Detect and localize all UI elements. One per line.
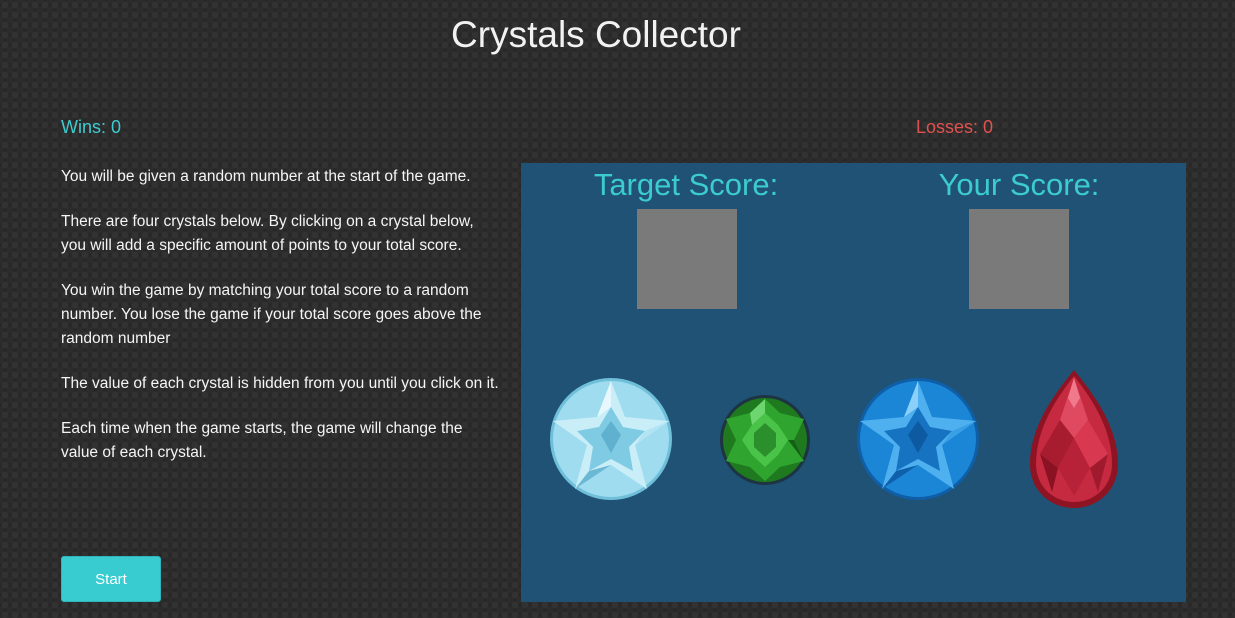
game-panel: Target Score: Your Score: bbox=[521, 163, 1186, 602]
losses-counter: Losses: 0 bbox=[916, 117, 994, 137]
instruction-paragraph: The value of each crystal is hidden from… bbox=[61, 375, 499, 392]
instruction-paragraph: There are four crystals below. By clicki… bbox=[61, 213, 474, 254]
target-score-label: Target Score: bbox=[593, 167, 779, 202]
instructions: You will be given a random number at the… bbox=[61, 165, 501, 486]
wins-counter: Wins: 0 bbox=[61, 117, 122, 137]
start-button[interactable]: Start bbox=[61, 556, 161, 602]
instruction-paragraph: Each time when the game starts, the game… bbox=[61, 420, 463, 461]
your-score-box bbox=[969, 209, 1069, 309]
instruction-paragraph: You win the game by matching your total … bbox=[61, 282, 482, 347]
red-crystal-icon[interactable] bbox=[1028, 368, 1120, 510]
blue-crystal-icon[interactable] bbox=[856, 377, 980, 501]
page-title: Crystals Collector bbox=[451, 14, 741, 55]
your-score-label: Your Score: bbox=[938, 167, 1100, 202]
green-crystal-icon[interactable] bbox=[718, 393, 812, 487]
light-blue-crystal-icon[interactable] bbox=[549, 377, 673, 501]
instruction-paragraph: You will be given a random number at the… bbox=[61, 168, 471, 185]
target-score-box bbox=[637, 209, 737, 309]
